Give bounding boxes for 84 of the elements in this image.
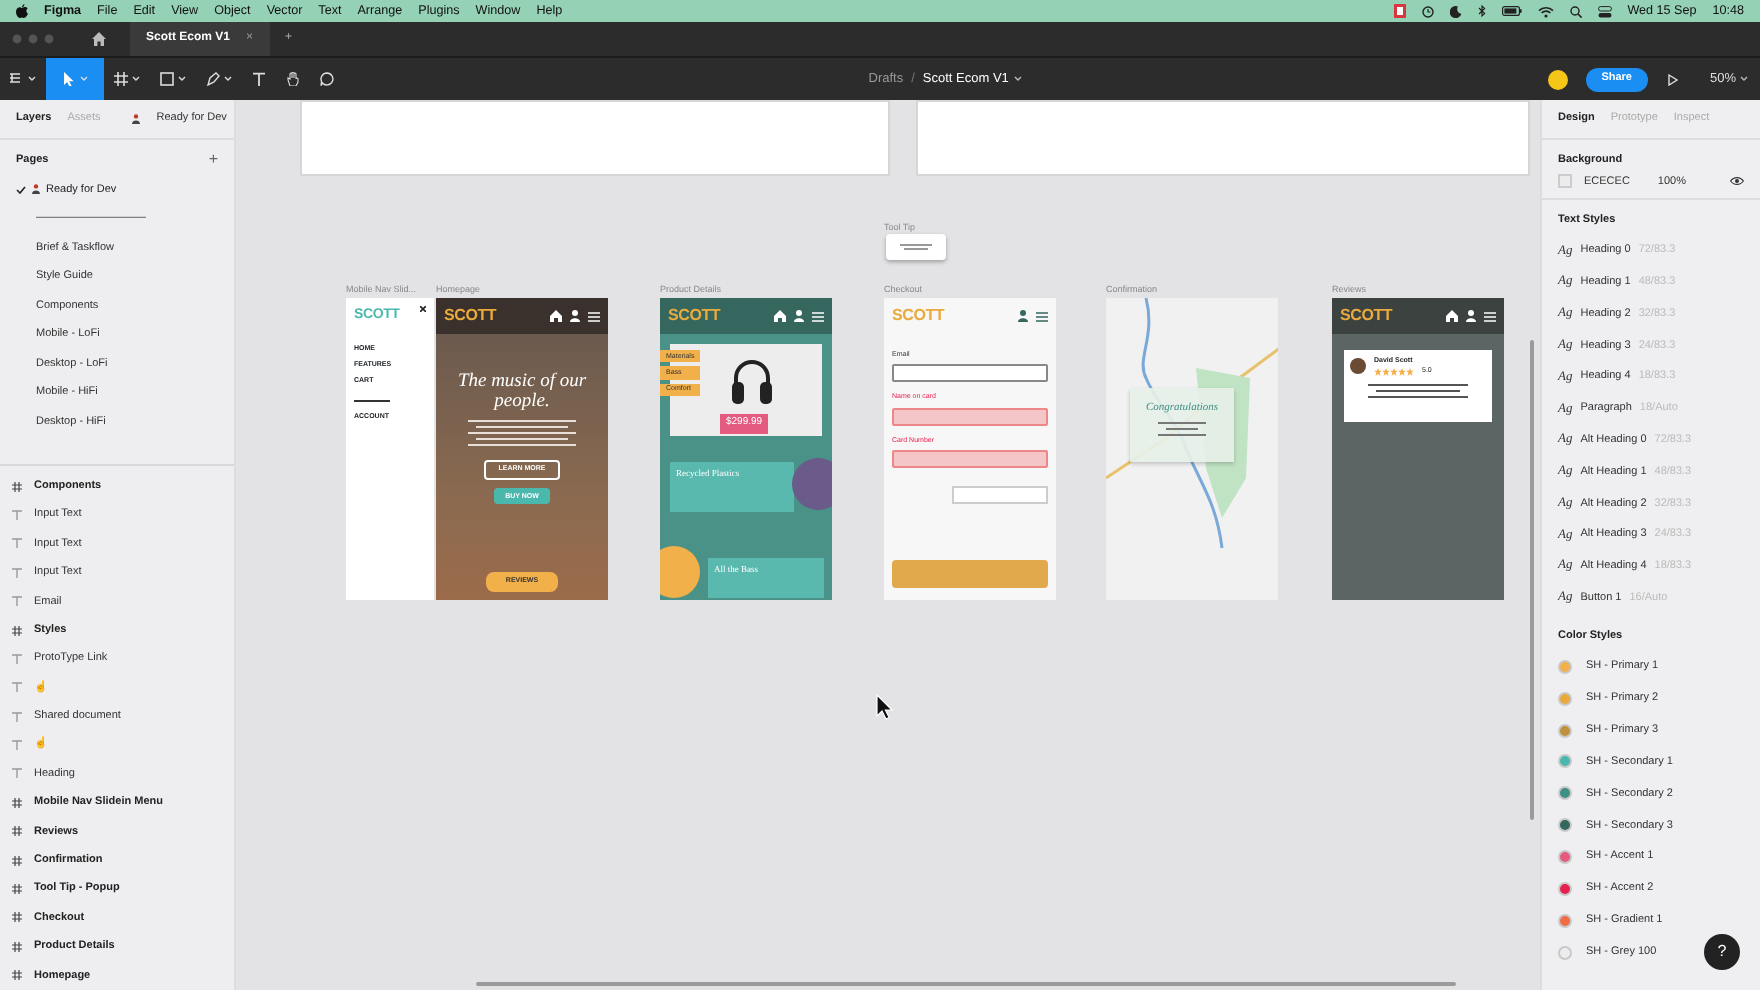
- frame-icon: [12, 625, 22, 636]
- close-icon: [420, 306, 426, 312]
- frame-icon: [12, 797, 22, 808]
- cursor-icon: [876, 694, 894, 720]
- avatar-circle: [1350, 358, 1366, 375]
- cursor-icon: [62, 71, 76, 87]
- battery-icon[interactable]: [1501, 6, 1522, 16]
- caret-icon: [1014, 76, 1023, 82]
- user-icon: [1018, 310, 1028, 322]
- scrollbar[interactable]: [476, 981, 1456, 986]
- text-lines-drawing: [468, 419, 576, 446]
- bluetooth-icon[interactable]: [1477, 4, 1486, 18]
- text-icon: [12, 711, 22, 722]
- menu-icon: [588, 311, 600, 321]
- layers-icon: [10, 71, 24, 87]
- text-icon: [12, 538, 22, 549]
- moon-icon[interactable]: [1449, 5, 1462, 17]
- frame-icon: [12, 481, 22, 492]
- logo-text: SCOTT: [444, 304, 497, 328]
- user-icon: [794, 310, 804, 322]
- logo-text: SCOTT: [892, 304, 945, 328]
- frame-icon: [12, 912, 22, 923]
- eye-icon[interactable]: [1730, 176, 1744, 187]
- menu-icon: [1036, 311, 1048, 321]
- home-icon: [1446, 310, 1458, 322]
- hero-headline: The music of our people.: [455, 374, 589, 414]
- tooltip-popup: [886, 234, 946, 260]
- frame-icon: [12, 884, 22, 895]
- caret-icon: [178, 76, 186, 82]
- input-field[interactable]: [892, 407, 1048, 425]
- comment-icon: [320, 71, 334, 87]
- home-icon: [550, 310, 562, 322]
- text-icon: [12, 596, 22, 607]
- text-icon: [12, 740, 22, 751]
- text-icon: [12, 768, 22, 779]
- move-tool-button[interactable]: [46, 57, 104, 101]
- home-icon[interactable]: [92, 32, 106, 46]
- window-controls-drawing: [12, 34, 56, 44]
- control-center-icon[interactable]: [1597, 5, 1612, 17]
- text-icon: [252, 71, 266, 87]
- home-icon: [774, 310, 786, 322]
- caret-icon: [80, 76, 88, 82]
- photo-placeholder: [792, 458, 832, 510]
- wifi-icon[interactable]: [1537, 5, 1554, 17]
- caret-icon: [224, 76, 232, 82]
- input-field[interactable]: [952, 485, 1048, 504]
- hand-icon: [286, 71, 300, 87]
- avatar-circle[interactable]: [1547, 69, 1568, 89]
- caret-icon: [1740, 76, 1748, 82]
- text-icon: [12, 567, 22, 578]
- grid-icon: [114, 71, 128, 87]
- text-lines-drawing: [1158, 422, 1206, 437]
- text-icon: [12, 653, 22, 664]
- caret-icon: [132, 76, 140, 82]
- text-icon: [12, 509, 22, 520]
- headphones-icon: [730, 356, 774, 408]
- photo-placeholder: [660, 546, 700, 598]
- frame-icon: [12, 970, 22, 981]
- menu-icon: [1484, 311, 1496, 321]
- scrollbar[interactable]: [1529, 340, 1534, 820]
- menu-icon: [812, 311, 824, 321]
- user-icon: [1466, 310, 1476, 322]
- logo-text: SCOTT: [668, 304, 721, 328]
- square-icon: [160, 71, 174, 87]
- frame-icon: [12, 941, 22, 952]
- clock-icon[interactable]: [1421, 5, 1434, 17]
- text-icon: [12, 682, 22, 693]
- help-button[interactable]: ?: [1704, 934, 1740, 970]
- person-icon: [32, 184, 40, 195]
- input-field[interactable]: [892, 364, 1048, 383]
- play-icon[interactable]: [1667, 73, 1678, 85]
- check-icon: [16, 185, 26, 194]
- apple-icon: [16, 4, 28, 18]
- color-swatch[interactable]: [1558, 174, 1572, 189]
- add-page-button[interactable]: +: [208, 147, 218, 172]
- frame-icon: [12, 826, 22, 837]
- logo-text: SCOTT: [1340, 304, 1393, 328]
- person-icon: [132, 113, 141, 124]
- pen-icon: [206, 71, 220, 87]
- frame-icon: [12, 855, 22, 866]
- search-icon[interactable]: [1569, 5, 1582, 17]
- user-icon: [570, 310, 580, 322]
- input-field[interactable]: [892, 449, 1048, 468]
- caret-icon: [28, 76, 36, 82]
